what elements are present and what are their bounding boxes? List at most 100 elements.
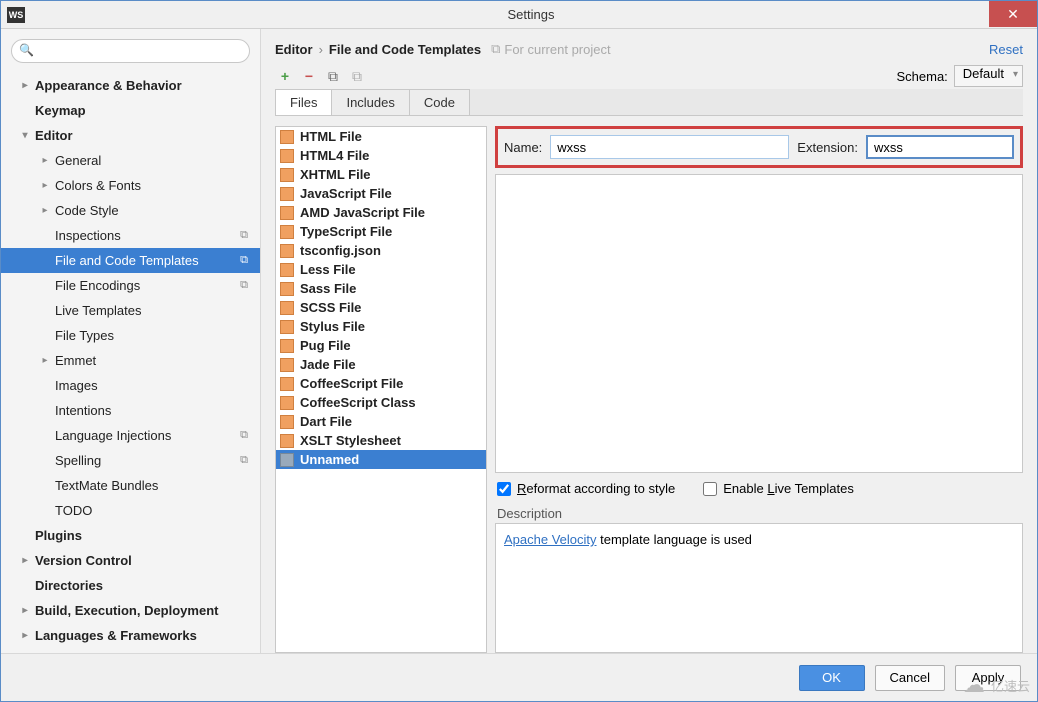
template-label: Sass File: [300, 281, 356, 296]
tree-item[interactable]: Inspections⧉: [1, 223, 260, 248]
copy-button[interactable]: ⧉: [323, 66, 343, 86]
toolbar: + − ⧉ ⧉ Schema: Default: [275, 65, 1023, 87]
template-item[interactable]: Dart File: [276, 412, 486, 431]
tree-item[interactable]: ▸Languages & Frameworks: [1, 623, 260, 648]
tree-item-label: Emmet: [55, 353, 96, 368]
tab[interactable]: Includes: [331, 89, 409, 115]
template-item[interactable]: Jade File: [276, 355, 486, 374]
tree-item[interactable]: Live Templates: [1, 298, 260, 323]
template-label: XSLT Stylesheet: [300, 433, 401, 448]
search-input[interactable]: [11, 39, 250, 63]
tree-item[interactable]: Keymap: [1, 98, 260, 123]
breadcrumb-seg-1[interactable]: Editor: [275, 42, 313, 57]
tree-item[interactable]: ▾Editor: [1, 123, 260, 148]
chevron-icon: ▸: [39, 355, 51, 366]
reformat-checkbox[interactable]: Reformat according to style: [497, 481, 675, 496]
chevron-icon: ▸: [19, 555, 31, 566]
tree-item[interactable]: ▸Code Style: [1, 198, 260, 223]
template-item[interactable]: Unnamed: [276, 450, 486, 469]
tree-item[interactable]: Language Injections⧉: [1, 423, 260, 448]
schema-select[interactable]: Default: [954, 65, 1023, 87]
tree-item[interactable]: File Encodings⧉: [1, 273, 260, 298]
tree-item-label: Plugins: [35, 528, 82, 543]
tree-item[interactable]: ▸General: [1, 148, 260, 173]
breadcrumb-seg-2: File and Code Templates: [329, 42, 481, 57]
tree-item-label: Colors & Fonts: [55, 178, 141, 193]
tree-item-label: File Types: [55, 328, 114, 343]
cancel-button[interactable]: Cancel: [875, 665, 945, 691]
template-item[interactable]: Pug File: [276, 336, 486, 355]
tab[interactable]: Code: [409, 89, 470, 115]
name-input[interactable]: [550, 135, 789, 159]
close-button[interactable]: ✕: [989, 1, 1037, 27]
tree-item[interactable]: Spelling⧉: [1, 448, 260, 473]
remove-button[interactable]: −: [299, 66, 319, 86]
window-title: Settings: [25, 7, 1037, 22]
tree-item[interactable]: File and Code Templates ⧉: [1, 248, 260, 273]
description-box: Apache Velocity template language is use…: [495, 523, 1023, 653]
template-item[interactable]: TypeScript File: [276, 222, 486, 241]
template-item[interactable]: XHTML File: [276, 165, 486, 184]
description-text: template language is used: [597, 532, 752, 547]
template-text-editor[interactable]: [495, 174, 1023, 473]
extension-input[interactable]: [866, 135, 1014, 159]
template-item[interactable]: CoffeeScript Class: [276, 393, 486, 412]
file-icon: [280, 187, 294, 201]
ok-button[interactable]: OK: [799, 665, 865, 691]
template-item[interactable]: XSLT Stylesheet: [276, 431, 486, 450]
chevron-icon: ▸: [19, 605, 31, 616]
tree-item[interactable]: Images: [1, 373, 260, 398]
tree-item[interactable]: ▸Colors & Fonts: [1, 173, 260, 198]
template-item[interactable]: CoffeeScript File: [276, 374, 486, 393]
file-icon: [280, 415, 294, 429]
tree-item[interactable]: Directories: [1, 573, 260, 598]
tree-item[interactable]: Plugins: [1, 523, 260, 548]
tree-item[interactable]: ▸Appearance & Behavior: [1, 73, 260, 98]
tree-item-label: File Encodings: [55, 278, 140, 293]
template-item[interactable]: SCSS File: [276, 298, 486, 317]
tree-item[interactable]: TODO: [1, 498, 260, 523]
paste-button[interactable]: ⧉: [347, 66, 367, 86]
cloud-icon: ☁: [963, 672, 985, 698]
template-label: CoffeeScript Class: [300, 395, 416, 410]
tree-item-label: Appearance & Behavior: [35, 78, 182, 93]
tree-item[interactable]: ▸ Version Control: [1, 548, 260, 573]
titlebar: WS Settings ✕: [1, 1, 1037, 29]
template-list[interactable]: HTML File HTML4 File XHTML File JavaScript …: [275, 126, 487, 653]
template-item[interactable]: Less File: [276, 260, 486, 279]
file-icon: [280, 168, 294, 182]
project-scope-note: ⧉ For current project: [491, 41, 611, 57]
tree-item[interactable]: ▸Build, Execution, Deployment: [1, 598, 260, 623]
velocity-link[interactable]: Apache Velocity: [504, 532, 597, 547]
tree-item-label: File and Code Templates: [55, 253, 199, 268]
options-row: Reformat according to style Enable Live …: [495, 473, 1023, 504]
tab[interactable]: Files: [275, 89, 332, 115]
tree-item-label: TODO: [55, 503, 92, 518]
template-item[interactable]: Sass File: [276, 279, 486, 298]
template-item[interactable]: HTML4 File: [276, 146, 486, 165]
template-item[interactable]: AMD JavaScript File: [276, 203, 486, 222]
tree-item[interactable]: ▸ Emmet: [1, 348, 260, 373]
tree-item[interactable]: Intentions: [1, 398, 260, 423]
tree-item-label: Keymap: [35, 103, 86, 118]
tree-item[interactable]: File Types: [1, 323, 260, 348]
body: 🔍 ▸Appearance & BehaviorKeymap▾Editor▸Ge…: [1, 29, 1037, 653]
add-button[interactable]: +: [275, 66, 295, 86]
tree-item-label: Version Control: [35, 553, 132, 568]
project-scope-icon: ⧉: [240, 254, 248, 267]
template-label: JavaScript File: [300, 186, 392, 201]
file-icon: [280, 244, 294, 258]
template-item[interactable]: JavaScript File: [276, 184, 486, 203]
file-icon: [280, 320, 294, 334]
template-item[interactable]: HTML File: [276, 127, 486, 146]
file-icon: [280, 396, 294, 410]
template-item[interactable]: tsconfig.json: [276, 241, 486, 260]
template-item[interactable]: Stylus File: [276, 317, 486, 336]
template-label: Pug File: [300, 338, 351, 353]
tree-item-label: Images: [55, 378, 98, 393]
reset-link[interactable]: Reset: [989, 42, 1023, 57]
settings-tree[interactable]: ▸Appearance & BehaviorKeymap▾Editor▸Gene…: [1, 69, 260, 653]
tree-item[interactable]: TextMate Bundles: [1, 473, 260, 498]
enable-live-templates-checkbox[interactable]: Enable Live Templates: [703, 481, 854, 496]
template-label: HTML4 File: [300, 148, 369, 163]
